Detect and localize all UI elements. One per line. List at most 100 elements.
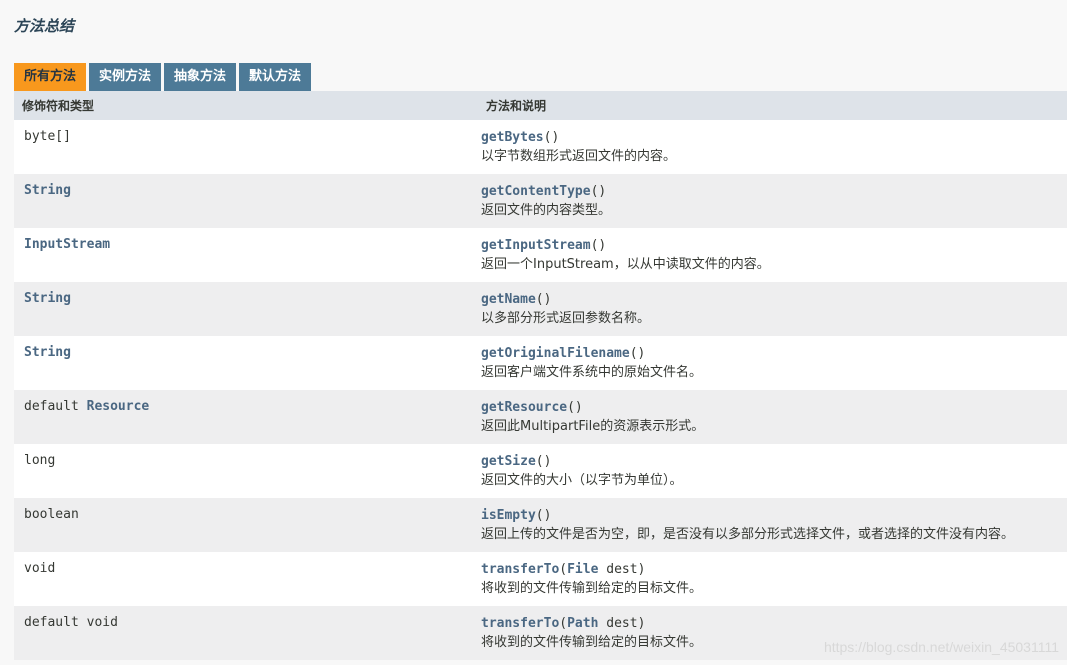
modifier-type-cell: default Resource	[14, 390, 471, 444]
table-row: InputStream getInputStream() 返回一个InputStre…	[14, 228, 1067, 282]
method-signature: isEmpty()	[481, 506, 1067, 525]
param-type-link[interactable]: File	[567, 562, 598, 577]
paren-open: (	[535, 454, 544, 469]
table-row: byte[] getBytes() 以字节数组形式返回文件的内容。	[14, 120, 1067, 174]
paren-close: )	[551, 130, 560, 145]
modifier-type-cell: InputStream	[14, 228, 471, 282]
method-signature: getSize()	[481, 452, 1067, 471]
paren-close: )	[574, 400, 583, 415]
method-cell: getContentType() 返回文件的内容类型。	[471, 174, 1067, 228]
method-description: 返回文件的大小（以字节为单位）。	[481, 473, 683, 488]
tab-abstract-methods[interactable]: 抽象方法	[164, 63, 237, 91]
method-link[interactable]: getBytes	[481, 130, 544, 145]
method-link[interactable]: isEmpty	[481, 508, 536, 523]
type-text: long	[24, 453, 56, 468]
paren-close: )	[598, 184, 607, 199]
paren-close: )	[543, 508, 552, 523]
paren-close: )	[637, 616, 646, 631]
param-type-link[interactable]: Path	[567, 616, 598, 631]
method-signature: getName()	[481, 290, 1067, 309]
method-signature: getBytes()	[481, 128, 1067, 147]
type-link[interactable]: Resource	[87, 399, 150, 414]
paren-open: (	[559, 562, 568, 577]
header-method-description: 方法和说明	[486, 99, 547, 113]
method-link[interactable]: getName	[481, 292, 536, 307]
param-name: dest	[598, 616, 638, 631]
method-cell: isEmpty() 返回上传的文件是否为空，即，是否没有以多部分形式选择文件，或者…	[471, 498, 1067, 552]
paren-open: (	[567, 400, 575, 415]
paren-close: )	[637, 346, 646, 361]
method-cell: getInputStream() 返回一个InputStream，以从中读取文件的…	[471, 228, 1067, 282]
method-description: 返回客户端文件系统中的原始文件名。	[481, 365, 703, 380]
modifier-type-cell: String	[14, 282, 471, 336]
type-link[interactable]: InputStream	[24, 237, 110, 252]
paren-open: (	[629, 346, 638, 361]
method-link[interactable]: getContentType	[481, 184, 591, 199]
table-row: default Resource getResource() 返回此Multipar…	[14, 390, 1067, 444]
param-name: dest	[598, 562, 638, 577]
table-row: String getContentType() 返回文件的内容类型。	[14, 174, 1067, 228]
modifier-type-cell: String	[14, 336, 471, 390]
modifier-prefix: default	[24, 399, 87, 414]
section-title: 方法总结	[14, 17, 75, 35]
header-modifier-type: 修饰符和类型	[22, 99, 95, 113]
paren-close: )	[543, 292, 552, 307]
modifier-prefix: default	[24, 615, 87, 630]
method-link[interactable]: transferTo	[481, 562, 559, 577]
paren-close: )	[637, 562, 646, 577]
tab-all-methods[interactable]: 所有方法	[14, 63, 87, 91]
table-header: 修饰符和类型 方法和说明	[14, 91, 1067, 120]
watermark: https://blog.csdn.net/weixin_45031111	[823, 639, 1059, 655]
paren-open: (	[559, 616, 568, 631]
method-link[interactable]: transferTo	[481, 616, 559, 631]
method-signature: transferTo(Path dest)	[481, 614, 1067, 633]
paren-close: )	[598, 238, 607, 253]
table-row: boolean isEmpty() 返回上传的文件是否为空，即，是否没有以多部分形式…	[14, 498, 1067, 552]
method-description: 以多部分形式返回参数名称。	[481, 311, 651, 326]
method-cell: getName() 以多部分形式返回参数名称。	[471, 282, 1067, 336]
type-text: boolean	[24, 507, 79, 522]
method-cell: getBytes() 以字节数组形式返回文件的内容。	[471, 120, 1067, 174]
method-signature: getOriginalFilename()	[481, 344, 1067, 363]
table-row: void transferTo(File dest) 将收到的文件传输到给定的目标文…	[14, 552, 1067, 606]
type-link[interactable]: String	[24, 291, 71, 306]
tab-default-methods[interactable]: 默认方法	[239, 63, 312, 91]
method-signature: transferTo(File dest)	[481, 560, 1067, 579]
table-row: String getOriginalFilename() 返回客户端文件系统中的原始…	[14, 336, 1067, 390]
type-text: byte[]	[24, 129, 71, 144]
method-link[interactable]: getInputStream	[481, 238, 591, 253]
method-description: 返回文件的内容类型。	[481, 203, 612, 218]
method-description: 将收到的文件传输到给定的目标文件。	[481, 581, 703, 596]
method-signature: getInputStream()	[481, 236, 1067, 255]
method-link[interactable]: getSize	[481, 454, 536, 469]
paren-open: (	[535, 508, 544, 523]
method-filter-tabs: 所有方法 实例方法 抽象方法 默认方法	[14, 63, 314, 91]
type-link[interactable]: String	[24, 345, 71, 360]
modifier-type-cell: String	[14, 174, 471, 228]
modifier-type-cell: boolean	[14, 498, 471, 552]
method-description: 返回一个InputStream，以从中读取文件的内容。	[481, 257, 770, 272]
table-body: byte[] getBytes() 以字节数组形式返回文件的内容。 String get…	[14, 120, 1067, 660]
modifier-type-cell: long	[14, 444, 471, 498]
method-description: 返回上传的文件是否为空，即，是否没有以多部分形式选择文件，或者选择的文件没有内容…	[481, 527, 1015, 542]
method-signature: getContentType()	[481, 182, 1067, 201]
method-signature: getResource()	[481, 398, 1067, 417]
type-link[interactable]: String	[24, 183, 71, 198]
modifier-type-cell: byte[]	[14, 120, 471, 174]
table-row: String getName() 以多部分形式返回参数名称。	[14, 282, 1067, 336]
tab-instance-methods[interactable]: 实例方法	[89, 63, 162, 91]
modifier-type-cell: default void	[14, 606, 471, 660]
method-description: 返回此MultipartFile的资源表示形式。	[481, 419, 705, 434]
method-link[interactable]: getResource	[481, 400, 567, 415]
type-text: void	[86, 615, 118, 630]
modifier-type-cell: void	[14, 552, 471, 606]
paren-close: )	[543, 454, 552, 469]
type-text: void	[24, 561, 56, 576]
method-cell: getOriginalFilename() 返回客户端文件系统中的原始文件名。	[471, 336, 1067, 390]
method-link[interactable]: getOriginalFilename	[481, 346, 630, 361]
method-cell: getSize() 返回文件的大小（以字节为单位）。	[471, 444, 1067, 498]
paren-open: (	[535, 292, 544, 307]
method-cell: transferTo(File dest) 将收到的文件传输到给定的目标文件。	[471, 552, 1067, 606]
method-summary-table: 修饰符和类型 方法和说明 byte[] getBytes() 以字节数组形式返回文件…	[14, 91, 1067, 660]
method-description: 以字节数组形式返回文件的内容。	[481, 149, 677, 164]
